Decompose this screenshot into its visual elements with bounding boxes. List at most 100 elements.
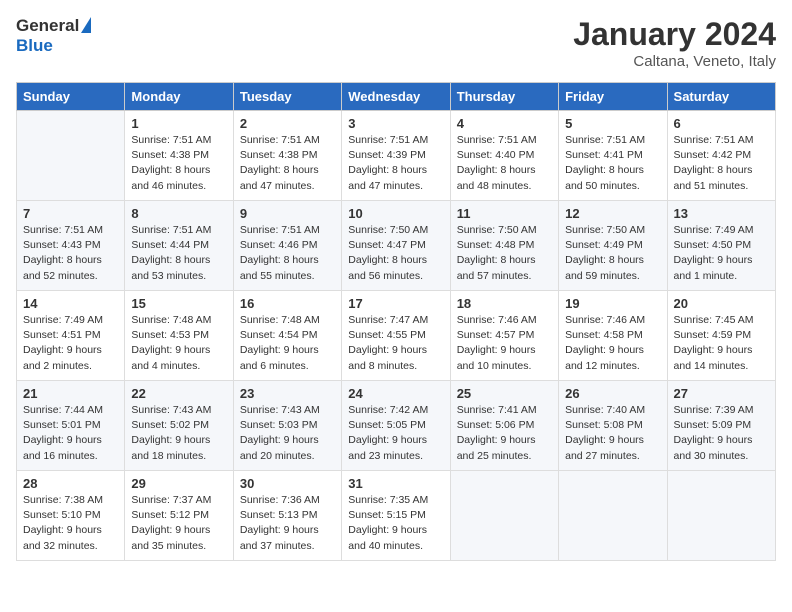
- day-info: Sunrise: 7:48 AM Sunset: 4:53 PM Dayligh…: [131, 313, 226, 374]
- calendar-table: Sunday Monday Tuesday Wednesday Thursday…: [16, 82, 776, 561]
- day-info: Sunrise: 7:46 AM Sunset: 4:57 PM Dayligh…: [457, 313, 552, 374]
- day-info: Sunrise: 7:50 AM Sunset: 4:47 PM Dayligh…: [348, 223, 443, 284]
- day-number: 2: [240, 116, 335, 131]
- calendar-body: 1 Sunrise: 7:51 AM Sunset: 4:38 PM Daylig…: [17, 111, 776, 561]
- calendar-cell: 1 Sunrise: 7:51 AM Sunset: 4:38 PM Daylig…: [125, 111, 233, 201]
- day-number: 24: [348, 386, 443, 401]
- calendar-cell: 5Sunrise: 7:51 AM Sunset: 4:41 PM Daylig…: [559, 111, 667, 201]
- page-header: General Blue January 2024 Caltana, Venet…: [16, 16, 776, 70]
- day-number: 27: [674, 386, 769, 401]
- day-info: Sunrise: 7:38 AM Sunset: 5:10 PM Dayligh…: [23, 493, 118, 554]
- logo-triangle-icon: [81, 17, 91, 33]
- location-subtitle: Caltana, Veneto, Italy: [573, 53, 776, 70]
- day-info: Sunrise: 7:39 AM Sunset: 5:09 PM Dayligh…: [674, 403, 769, 464]
- day-info: Sunrise: 7:43 AM Sunset: 5:03 PM Dayligh…: [240, 403, 335, 464]
- day-info: Sunrise: 7:42 AM Sunset: 5:05 PM Dayligh…: [348, 403, 443, 464]
- calendar-cell: [17, 111, 125, 201]
- day-info: Sunrise: 7:43 AM Sunset: 5:02 PM Dayligh…: [131, 403, 226, 464]
- header-friday: Friday: [559, 83, 667, 111]
- calendar-cell: 2 Sunrise: 7:51 AM Sunset: 4:38 PM Daylig…: [233, 111, 341, 201]
- day-info: Sunrise: 7:51 AM Sunset: 4:38 PM Dayligh…: [131, 133, 226, 194]
- calendar-cell: 3 Sunrise: 7:51 AM Sunset: 4:39 PM Daylig…: [342, 111, 450, 201]
- calendar-cell: 30Sunrise: 7:36 AM Sunset: 5:13 PM Dayli…: [233, 471, 341, 561]
- calendar-cell: 24 Sunrise: 7:42 AM Sunset: 5:05 PM Dayli…: [342, 381, 450, 471]
- day-number: 18: [457, 296, 552, 311]
- day-info: Sunrise: 7:36 AM Sunset: 5:13 PM Dayligh…: [240, 493, 335, 554]
- day-number: 17: [348, 296, 443, 311]
- calendar-cell: 31 Sunrise: 7:35 AM Sunset: 5:15 PM Dayli…: [342, 471, 450, 561]
- calendar-cell: 20 Sunrise: 7:45 AM Sunset: 4:59 PM Dayli…: [667, 291, 775, 381]
- calendar-cell: 19Sunrise: 7:46 AM Sunset: 4:58 PM Dayli…: [559, 291, 667, 381]
- day-info: Sunrise: 7:47 AM Sunset: 4:55 PM Dayligh…: [348, 313, 443, 374]
- calendar-cell: 26 Sunrise: 7:40 AM Sunset: 5:08 PM Dayli…: [559, 381, 667, 471]
- day-number: 28: [23, 476, 118, 491]
- calendar-cell: 25 Sunrise: 7:41 AM Sunset: 5:06 PM Dayli…: [450, 381, 558, 471]
- header-wednesday: Wednesday: [342, 83, 450, 111]
- day-number: 31: [348, 476, 443, 491]
- day-info: Sunrise: 7:49 AM Sunset: 4:51 PM Dayligh…: [23, 313, 118, 374]
- day-info: Sunrise: 7:50 AM Sunset: 4:48 PM Dayligh…: [457, 223, 552, 284]
- calendar-cell: 4 Sunrise: 7:51 AM Sunset: 4:40 PM Daylig…: [450, 111, 558, 201]
- logo-general-text: General: [16, 16, 79, 36]
- day-number: 9: [240, 206, 335, 221]
- calendar-cell: 13Sunrise: 7:49 AM Sunset: 4:50 PM Dayli…: [667, 201, 775, 291]
- calendar-cell: 29 Sunrise: 7:37 AM Sunset: 5:12 PM Dayli…: [125, 471, 233, 561]
- day-info: Sunrise: 7:51 AM Sunset: 4:38 PM Dayligh…: [240, 133, 335, 194]
- day-info: Sunrise: 7:51 AM Sunset: 4:39 PM Dayligh…: [348, 133, 443, 194]
- logo-blue-text: Blue: [16, 36, 91, 56]
- day-number: 23: [240, 386, 335, 401]
- day-info: Sunrise: 7:45 AM Sunset: 4:59 PM Dayligh…: [674, 313, 769, 374]
- day-info: Sunrise: 7:40 AM Sunset: 5:08 PM Dayligh…: [565, 403, 660, 464]
- day-number: 25: [457, 386, 552, 401]
- day-info: Sunrise: 7:51 AM Sunset: 4:43 PM Dayligh…: [23, 223, 118, 284]
- day-number: 3: [348, 116, 443, 131]
- day-number: 29: [131, 476, 226, 491]
- day-info: Sunrise: 7:51 AM Sunset: 4:40 PM Dayligh…: [457, 133, 552, 194]
- day-number: 1: [131, 116, 226, 131]
- day-number: 12: [565, 206, 660, 221]
- day-number: 19: [565, 296, 660, 311]
- calendar-cell: 11Sunrise: 7:50 AM Sunset: 4:48 PM Dayli…: [450, 201, 558, 291]
- day-info: Sunrise: 7:51 AM Sunset: 4:46 PM Dayligh…: [240, 223, 335, 284]
- logo: General Blue: [16, 16, 91, 56]
- day-info: Sunrise: 7:35 AM Sunset: 5:15 PM Dayligh…: [348, 493, 443, 554]
- day-number: 16: [240, 296, 335, 311]
- header-thursday: Thursday: [450, 83, 558, 111]
- day-number: 22: [131, 386, 226, 401]
- day-number: 6: [674, 116, 769, 131]
- header-sunday: Sunday: [17, 83, 125, 111]
- calendar-cell: 15 Sunrise: 7:48 AM Sunset: 4:53 PM Dayli…: [125, 291, 233, 381]
- day-number: 7: [23, 206, 118, 221]
- day-number: 4: [457, 116, 552, 131]
- header-saturday: Saturday: [667, 83, 775, 111]
- calendar-cell: 18 Sunrise: 7:46 AM Sunset: 4:57 PM Dayli…: [450, 291, 558, 381]
- calendar-week-1: 1 Sunrise: 7:51 AM Sunset: 4:38 PM Daylig…: [17, 111, 776, 201]
- calendar-cell: 14 Sunrise: 7:49 AM Sunset: 4:51 PM Dayli…: [17, 291, 125, 381]
- day-info: Sunrise: 7:37 AM Sunset: 5:12 PM Dayligh…: [131, 493, 226, 554]
- calendar-cell: [667, 471, 775, 561]
- day-number: 20: [674, 296, 769, 311]
- day-number: 26: [565, 386, 660, 401]
- day-number: 8: [131, 206, 226, 221]
- day-info: Sunrise: 7:41 AM Sunset: 5:06 PM Dayligh…: [457, 403, 552, 464]
- day-number: 15: [131, 296, 226, 311]
- calendar-cell: 8Sunrise: 7:51 AM Sunset: 4:44 PM Daylig…: [125, 201, 233, 291]
- calendar-week-5: 28 Sunrise: 7:38 AM Sunset: 5:10 PM Dayli…: [17, 471, 776, 561]
- calendar-cell: 9 Sunrise: 7:51 AM Sunset: 4:46 PM Daylig…: [233, 201, 341, 291]
- calendar-cell: 16Sunrise: 7:48 AM Sunset: 4:54 PM Dayli…: [233, 291, 341, 381]
- calendar-cell: 17 Sunrise: 7:47 AM Sunset: 4:55 PM Dayli…: [342, 291, 450, 381]
- day-info: Sunrise: 7:51 AM Sunset: 4:42 PM Dayligh…: [674, 133, 769, 194]
- calendar-week-2: 7 Sunrise: 7:51 AM Sunset: 4:43 PM Daylig…: [17, 201, 776, 291]
- calendar-cell: 7 Sunrise: 7:51 AM Sunset: 4:43 PM Daylig…: [17, 201, 125, 291]
- calendar-cell: 23 Sunrise: 7:43 AM Sunset: 5:03 PM Dayli…: [233, 381, 341, 471]
- day-number: 14: [23, 296, 118, 311]
- calendar-cell: 10 Sunrise: 7:50 AM Sunset: 4:47 PM Dayli…: [342, 201, 450, 291]
- calendar-cell: 28 Sunrise: 7:38 AM Sunset: 5:10 PM Dayli…: [17, 471, 125, 561]
- title-section: January 2024 Caltana, Veneto, Italy: [573, 16, 776, 70]
- calendar-cell: 21Sunrise: 7:44 AM Sunset: 5:01 PM Dayli…: [17, 381, 125, 471]
- day-number: 10: [348, 206, 443, 221]
- calendar-cell: 22 Sunrise: 7:43 AM Sunset: 5:02 PM Dayli…: [125, 381, 233, 471]
- calendar-cell: 27 Sunrise: 7:39 AM Sunset: 5:09 PM Dayli…: [667, 381, 775, 471]
- month-title: January 2024: [573, 16, 776, 53]
- day-info: Sunrise: 7:50 AM Sunset: 4:49 PM Dayligh…: [565, 223, 660, 284]
